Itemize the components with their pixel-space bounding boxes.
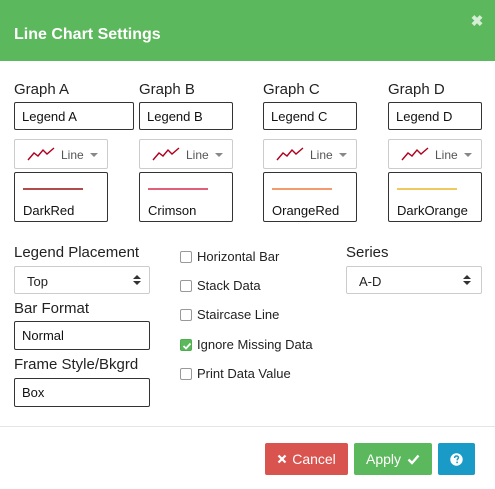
- question-circle-icon: [450, 452, 463, 466]
- chevron-down-icon: [215, 153, 223, 157]
- graph-title: Graph B: [139, 81, 195, 98]
- graph-title: Graph A: [14, 81, 70, 98]
- help-button[interactable]: [438, 443, 475, 475]
- color-picker-d[interactable]: DarkOrange: [388, 172, 482, 222]
- chart-type-select-c[interactable]: Line: [263, 139, 357, 169]
- checkbox-label: Ignore Missing Data: [197, 337, 313, 352]
- checkbox-box[interactable]: [180, 339, 192, 351]
- graph-d-column: Graph D Line DarkOrange: [388, 81, 495, 222]
- cancel-button[interactable]: Cancel: [265, 443, 348, 475]
- color-picker-c[interactable]: OrangeRed: [263, 172, 357, 222]
- line-chart-icon: [276, 147, 304, 161]
- legend-placement-select[interactable]: Top: [14, 266, 150, 294]
- apply-label: Apply: [365, 451, 402, 467]
- chart-type-label: Line: [61, 148, 84, 162]
- series-label: Series: [346, 244, 389, 261]
- checkbox-label: Print Data Value: [197, 366, 291, 381]
- checkbox-box[interactable]: [180, 251, 192, 263]
- close-icon[interactable]: ✖: [470, 14, 484, 29]
- chart-type-select-b[interactable]: Line: [139, 139, 233, 169]
- series-select[interactable]: A-D: [346, 266, 482, 294]
- footer-divider: [0, 426, 495, 427]
- dialog-title: Line Chart Settings: [14, 26, 161, 43]
- checkbox-box[interactable]: [180, 309, 192, 321]
- line-chart-icon: [152, 147, 180, 161]
- frame-style-label: Frame Style/Bkgrd: [14, 356, 139, 373]
- color-picker-a[interactable]: DarkRed: [14, 172, 108, 222]
- graph-title: Graph C: [263, 81, 320, 98]
- chevron-down-icon: [464, 153, 472, 157]
- chart-type-label: Line: [435, 148, 458, 162]
- chevron-down-icon: [339, 153, 347, 157]
- graph-title: Graph D: [388, 81, 445, 98]
- graph-c-column: Graph C Line OrangeRed: [263, 81, 383, 222]
- legend-input-c[interactable]: [263, 102, 357, 130]
- sort-arrows-icon: [133, 275, 141, 287]
- close-icon: [277, 454, 287, 464]
- color-swatch: [23, 188, 83, 190]
- legend-placement-label: Legend Placement: [14, 244, 140, 261]
- checkbox-box[interactable]: [180, 368, 192, 380]
- chart-type-select-a[interactable]: Line: [14, 139, 108, 169]
- legend-input-b[interactable]: [139, 102, 233, 130]
- color-name: DarkOrange: [397, 203, 468, 218]
- frame-style-input[interactable]: [14, 378, 150, 407]
- line-chart-icon: [27, 147, 55, 161]
- checkbox-label: Stack Data: [197, 278, 261, 293]
- checkbox-box[interactable]: [180, 280, 192, 292]
- check-icon: [182, 342, 192, 350]
- cancel-label: Cancel: [292, 451, 336, 467]
- color-swatch: [272, 188, 332, 190]
- bar-format-label: Bar Format: [14, 300, 90, 317]
- color-name: OrangeRed: [272, 203, 340, 218]
- check-icon: [407, 454, 420, 465]
- color-picker-b[interactable]: Crimson: [139, 172, 233, 222]
- checkbox-label: Staircase Line: [197, 307, 280, 322]
- sort-arrows-icon: [463, 275, 471, 287]
- bar-format-input[interactable]: [14, 321, 150, 350]
- color-swatch: [397, 188, 457, 190]
- chart-type-label: Line: [186, 148, 209, 162]
- dialog-header: Line Chart Settings ✖: [0, 0, 495, 61]
- series-value: A-D: [359, 274, 382, 289]
- legend-input-a[interactable]: [14, 102, 134, 130]
- graph-b-column: Graph B Line Crimson: [139, 81, 259, 222]
- color-name: Crimson: [148, 203, 197, 218]
- graph-a-column: Graph A Line DarkRed: [14, 81, 134, 222]
- checkbox-label: Horizontal Bar: [197, 249, 280, 264]
- color-swatch: [148, 188, 208, 190]
- legend-placement-value: Top: [27, 274, 48, 289]
- chart-type-label: Line: [310, 148, 333, 162]
- legend-input-d[interactable]: [388, 102, 482, 130]
- line-chart-settings-dialog: Line Chart Settings ✖ Graph A Line DarkR…: [0, 0, 495, 489]
- chart-type-select-d[interactable]: Line: [388, 139, 482, 169]
- apply-button[interactable]: Apply: [354, 443, 432, 475]
- line-chart-icon: [401, 147, 429, 161]
- color-name: DarkRed: [23, 203, 75, 218]
- chevron-down-icon: [90, 153, 98, 157]
